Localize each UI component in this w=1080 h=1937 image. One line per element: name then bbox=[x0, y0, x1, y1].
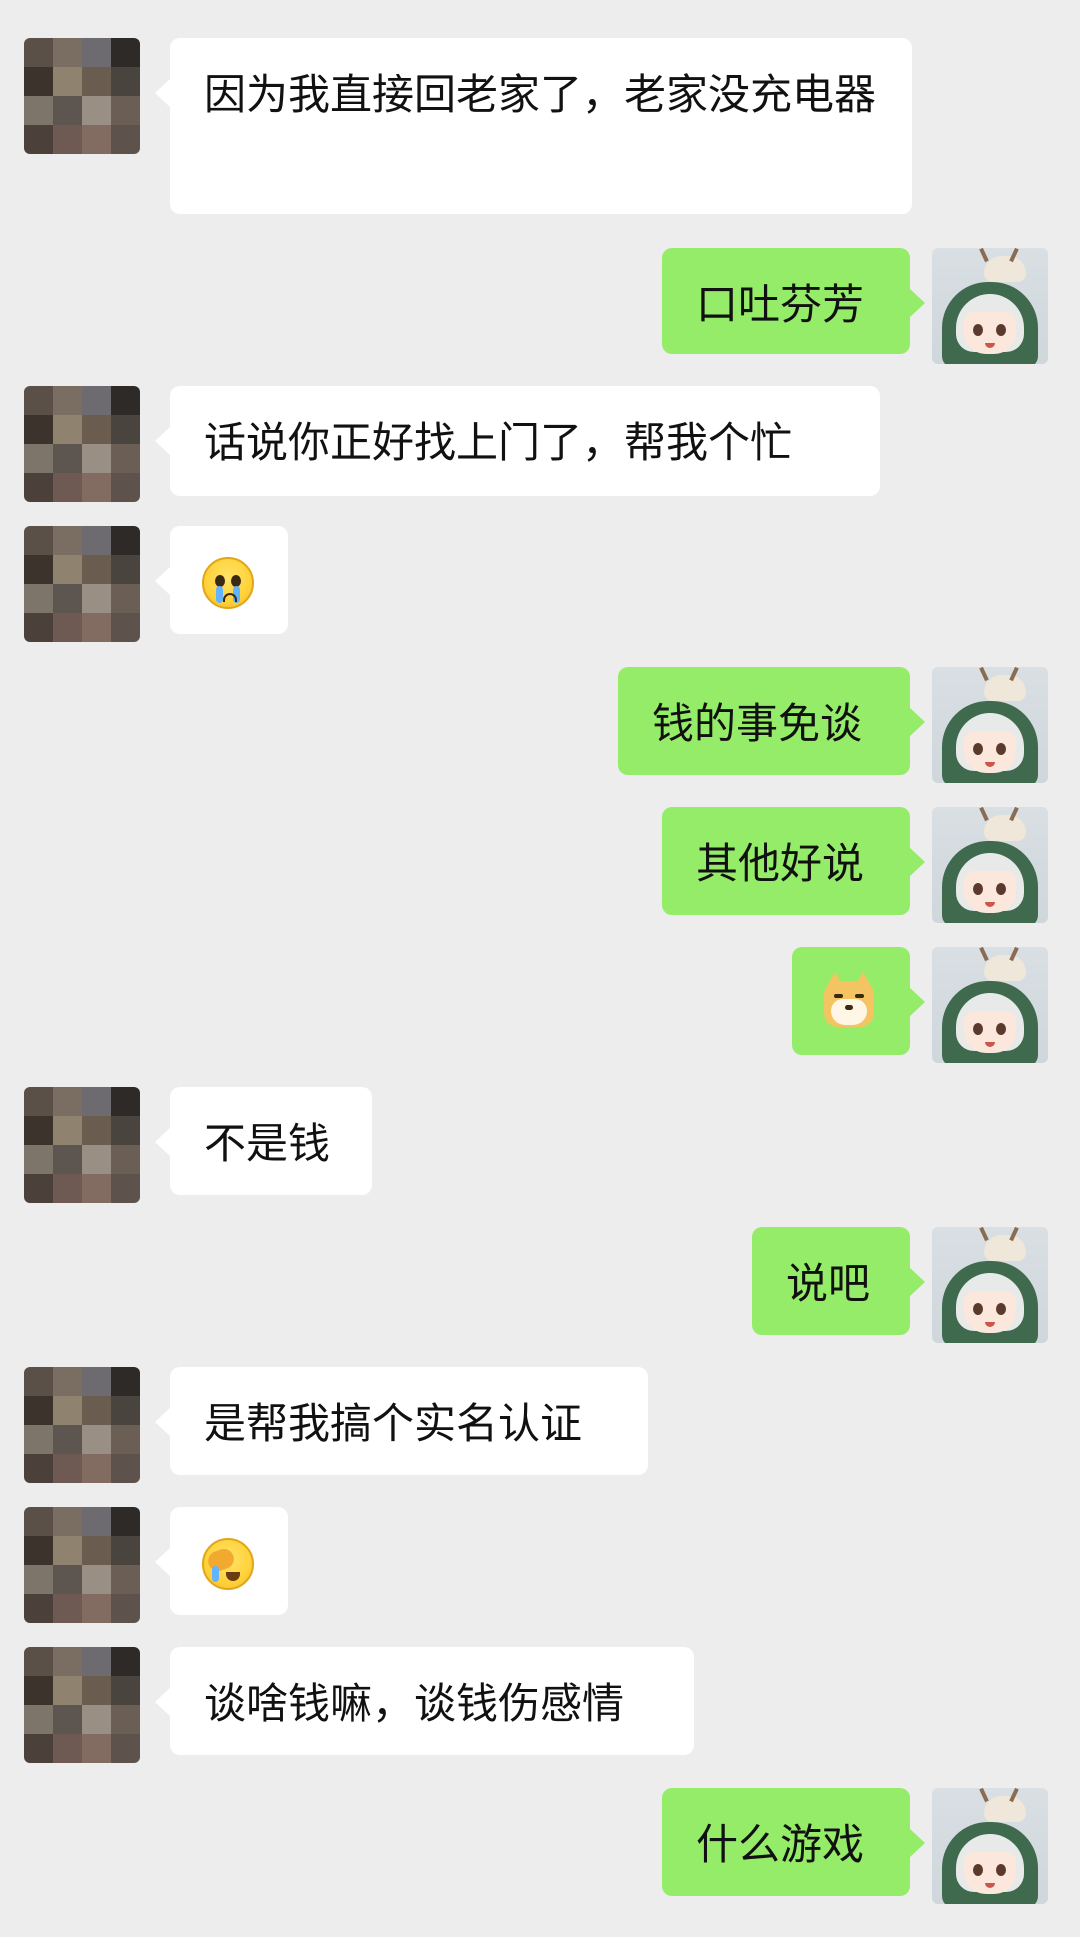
incoming-message-row: 是帮我搞个实名认证 bbox=[0, 1367, 1080, 1483]
message-text: 谈啥钱嘛，谈钱伤感情 bbox=[204, 1679, 625, 1728]
contact-avatar[interactable] bbox=[24, 1367, 140, 1483]
incoming-message-row bbox=[0, 526, 1080, 642]
outgoing-message-row: 钱的事免谈 bbox=[0, 667, 1080, 783]
message-text: 是帮我搞个实名认证 bbox=[204, 1399, 583, 1448]
outgoing-message-row: 口吐芬芳 bbox=[0, 248, 1080, 364]
my-avatar[interactable] bbox=[932, 248, 1048, 364]
pixelated-avatar-image bbox=[24, 1367, 140, 1483]
my-avatar[interactable] bbox=[932, 1788, 1048, 1904]
my-avatar[interactable] bbox=[932, 947, 1048, 1063]
anime-character-avatar-image bbox=[932, 667, 1048, 783]
incoming-message-row: 因为我直接回老家了，老家没充电器 bbox=[0, 38, 1080, 214]
anime-character-avatar-image bbox=[932, 1788, 1048, 1904]
message-text: 钱的事免谈 bbox=[652, 699, 863, 748]
outgoing-message-bubble[interactable] bbox=[792, 947, 925, 1055]
outgoing-message-row: 什么游戏 bbox=[0, 1788, 1080, 1904]
message-text: 不是钱 bbox=[204, 1119, 331, 1168]
pixelated-avatar-image bbox=[24, 1507, 140, 1623]
message-text: 说吧 bbox=[786, 1259, 871, 1308]
contact-avatar[interactable] bbox=[24, 1647, 140, 1763]
message-text: 话说你正好找上门了，帮我个忙 bbox=[204, 418, 793, 467]
contact-avatar[interactable] bbox=[24, 526, 140, 642]
contact-avatar[interactable] bbox=[24, 1087, 140, 1203]
incoming-message-bubble[interactable] bbox=[155, 526, 288, 634]
incoming-message-row bbox=[0, 1507, 1080, 1623]
doge-emoji bbox=[824, 972, 874, 1027]
contact-avatar[interactable] bbox=[24, 38, 140, 154]
my-avatar[interactable] bbox=[932, 1227, 1048, 1343]
incoming-message-bubble[interactable]: 是帮我搞个实名认证 bbox=[155, 1367, 648, 1475]
outgoing-message-bubble[interactable]: 口吐芬芳 bbox=[662, 248, 925, 354]
pixelated-avatar-image bbox=[24, 386, 140, 502]
contact-avatar[interactable] bbox=[24, 386, 140, 502]
chat-message-list[interactable]: 因为我直接回老家了，老家没充电器口吐芬芳话说你正好找上门了，帮我个忙钱的事免谈其… bbox=[0, 0, 1080, 1937]
anime-character-avatar-image bbox=[932, 248, 1048, 364]
facepalm-emoji bbox=[202, 1538, 254, 1590]
contact-avatar[interactable] bbox=[24, 1507, 140, 1623]
incoming-message-bubble[interactable]: 因为我直接回老家了，老家没充电器 bbox=[155, 38, 912, 214]
outgoing-message-row: 说吧 bbox=[0, 1227, 1080, 1343]
outgoing-message-bubble[interactable]: 钱的事免谈 bbox=[618, 667, 925, 775]
outgoing-message-row bbox=[0, 947, 1080, 1063]
anime-character-avatar-image bbox=[932, 947, 1048, 1063]
message-text: 因为我直接回老家了，老家没充电器 bbox=[204, 70, 877, 119]
anime-character-avatar-image bbox=[932, 807, 1048, 923]
incoming-message-bubble[interactable]: 不是钱 bbox=[155, 1087, 372, 1195]
incoming-message-row: 谈啥钱嘛，谈钱伤感情 bbox=[0, 1647, 1080, 1763]
message-text: 口吐芬芳 bbox=[696, 280, 865, 329]
message-text: 其他好说 bbox=[696, 839, 865, 888]
my-avatar[interactable] bbox=[932, 667, 1048, 783]
anime-character-avatar-image bbox=[932, 1227, 1048, 1343]
message-text: 什么游戏 bbox=[696, 1820, 865, 1869]
incoming-message-bubble[interactable]: 谈啥钱嘛，谈钱伤感情 bbox=[155, 1647, 694, 1755]
incoming-message-row: 不是钱 bbox=[0, 1087, 1080, 1203]
crying-face-emoji bbox=[202, 557, 254, 609]
outgoing-message-bubble[interactable]: 说吧 bbox=[752, 1227, 925, 1335]
pixelated-avatar-image bbox=[24, 1087, 140, 1203]
my-avatar[interactable] bbox=[932, 807, 1048, 923]
incoming-message-bubble[interactable] bbox=[155, 1507, 288, 1615]
outgoing-message-bubble[interactable]: 什么游戏 bbox=[662, 1788, 925, 1896]
outgoing-message-bubble[interactable]: 其他好说 bbox=[662, 807, 925, 915]
incoming-message-row: 话说你正好找上门了，帮我个忙 bbox=[0, 386, 1080, 502]
pixelated-avatar-image bbox=[24, 526, 140, 642]
incoming-message-bubble[interactable]: 话说你正好找上门了，帮我个忙 bbox=[155, 386, 880, 496]
outgoing-message-row: 其他好说 bbox=[0, 807, 1080, 923]
pixelated-avatar-image bbox=[24, 1647, 140, 1763]
pixelated-avatar-image bbox=[24, 38, 140, 154]
